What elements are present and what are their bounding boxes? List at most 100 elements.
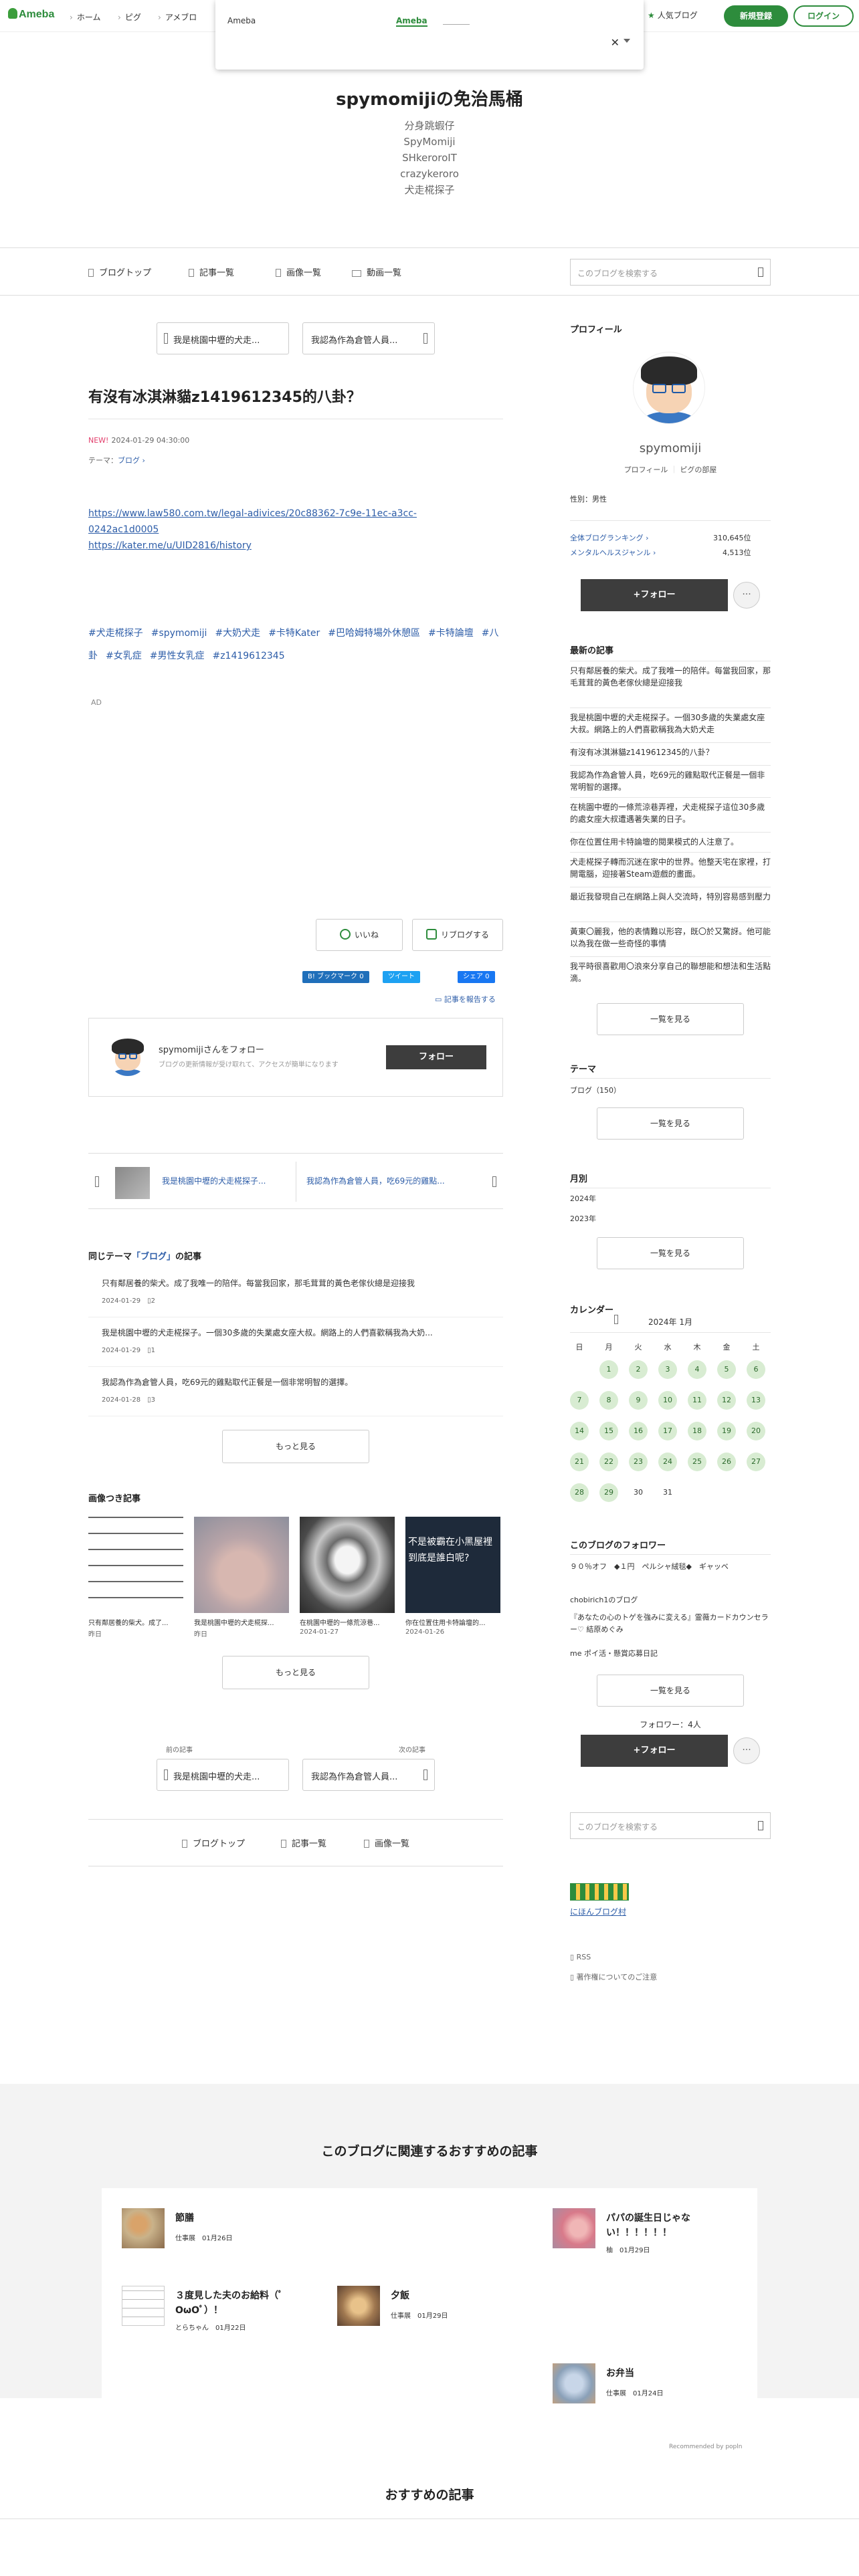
signup-button[interactable]: 新規登録: [724, 5, 788, 27]
recent-list-button[interactable]: 一覧を見る: [597, 1003, 744, 1035]
follower-item[interactable]: ９０％オフ ◆１円 ペルシャ絨毯◆ ギャッベ: [570, 1561, 771, 1573]
bottom-nav-blog-top[interactable]: ブログトップ: [182, 1836, 245, 1849]
recommend-item[interactable]: ３度見した夫のお給料（ﾟОωОﾟ）！ とらちゃん 01月22日: [122, 2286, 296, 2332]
ameba-logo[interactable]: Ameba: [8, 8, 54, 21]
same-theme-item[interactable]: 我是桃園中壢的犬走椛探子。一個30多歲的失業處女座大叔。網路上的人們喜歡稱我為大…: [88, 1317, 503, 1367]
sidebar-follow-button-bottom[interactable]: +フォロー: [581, 1735, 728, 1767]
recent-article-link[interactable]: 犬走椛探子轉而沉迷在家中的世界。他整天宅在家裡，打開電腦，迎接著Steam遊戲的…: [570, 856, 771, 880]
nav-pigg[interactable]: ピグ: [118, 11, 141, 23]
month-2024[interactable]: 2024年: [570, 1193, 596, 1204]
chevron-down-icon[interactable]: [624, 39, 630, 43]
theme-link[interactable]: ブログ: [118, 456, 140, 465]
recommended-by[interactable]: Recommended by popln: [669, 2444, 742, 2450]
monthly-list-button[interactable]: 一覧を見る: [597, 1237, 744, 1269]
bottom-nav-image-list[interactable]: 画像一覧: [364, 1836, 409, 1849]
prev-thumbnail[interactable]: [115, 1167, 150, 1199]
article-link-law580[interactable]: https://www.law580.com.tw/legal-adivices…: [88, 506, 417, 538]
calendar-day[interactable]: 26: [717, 1453, 736, 1471]
calendar-day[interactable]: 16: [629, 1422, 648, 1440]
rss-link[interactable]: ▯ RSS: [570, 1953, 591, 1961]
followers-list-button[interactable]: 一覧を見る: [597, 1675, 744, 1707]
calendar-day[interactable]: 8: [599, 1391, 618, 1410]
nav-ameblo[interactable]: アメブロ: [158, 11, 197, 23]
article-title[interactable]: 有沒有冰淇淋貓z1419612345的八卦？: [88, 385, 361, 407]
calendar-day[interactable]: 7: [570, 1391, 589, 1410]
profile-name[interactable]: spymomiji: [570, 441, 771, 455]
profile-avatar[interactable]: [633, 352, 705, 424]
theme-list-button[interactable]: 一覧を見る: [597, 1107, 744, 1140]
next-entry-link[interactable]: 我認為作為倉管人員，吃69元的雞點...: [306, 1175, 467, 1186]
popular-blog-link[interactable]: ★ 人気ブログ: [648, 9, 698, 21]
bottom-nav-entry-list[interactable]: 記事一覧: [281, 1836, 326, 1849]
chevron-right-icon[interactable]: [492, 1176, 496, 1187]
calendar-day[interactable]: 25: [688, 1453, 706, 1471]
nihon-blog-mura-banner[interactable]: [570, 1883, 629, 1901]
sidebar-follow-button[interactable]: +フォロー: [581, 579, 728, 611]
hashtag-link[interactable]: #巴哈姆特場外休憩區: [328, 628, 420, 639]
theme-item-blog[interactable]: ブログ（150）: [570, 1085, 621, 1095]
calendar-day[interactable]: 3: [658, 1360, 677, 1379]
calendar-day[interactable]: 15: [599, 1422, 618, 1440]
ranking-genre-link[interactable]: メンタルヘルスジャンル: [570, 548, 650, 557]
chevron-left-icon[interactable]: [95, 1176, 99, 1187]
tweet-button[interactable]: ツイート: [383, 971, 420, 983]
follower-item[interactable]: chobirich1のブログ: [570, 1594, 771, 1606]
prev-entry-top[interactable]: 我是桃園中壢的犬走...: [157, 322, 289, 354]
same-theme-more-button[interactable]: もっと見る: [222, 1430, 369, 1463]
recent-article-link[interactable]: 在桃園中壢的一條荒涼巷弄裡，犬走椛探子這位30多歲的處女座大叔遭遇著失業的日子。: [570, 801, 771, 825]
next-entry-bottom[interactable]: 我認為作為倉管人員...: [302, 1759, 435, 1791]
calendar-day[interactable]: 13: [747, 1391, 765, 1410]
image-articles-more-button[interactable]: もっと見る: [222, 1656, 369, 1689]
profile-link[interactable]: プロフィール: [624, 465, 668, 474]
sidebar-search-input[interactable]: このブログを検索する: [570, 1812, 771, 1839]
blog-search-input[interactable]: このブログを検索する: [570, 259, 771, 286]
more-options-button[interactable]: ···: [733, 582, 760, 609]
recommend-item[interactable]: 節膳 仕事展 01月26日: [122, 2208, 296, 2251]
report-link[interactable]: ▭ 記事を報告する: [435, 994, 496, 1004]
reblog-button[interactable]: リブログする: [412, 919, 503, 951]
image-article-card[interactable]: 不是被霸在小黑屋裡 到底是誰白呢? 你在位置住用卡特論壇的... 2024-01…: [405, 1517, 500, 1636]
search-icon[interactable]: [758, 267, 763, 277]
calendar-day[interactable]: 29: [599, 1483, 618, 1502]
calendar-day[interactable]: 4: [688, 1360, 706, 1379]
hashtag-link[interactable]: #大奶犬走: [215, 628, 260, 639]
nav-video-list[interactable]: 動画一覧: [352, 265, 401, 278]
image-article-card[interactable]: 只有鄰居養的柴犬。成了... 昨日: [88, 1517, 183, 1638]
calendar-day[interactable]: 27: [747, 1453, 765, 1471]
calendar-day[interactable]: 21: [570, 1453, 589, 1471]
hashtag-link[interactable]: #spymomiji: [151, 628, 207, 639]
next-entry-top[interactable]: 我認為作為倉管人員...: [302, 322, 435, 354]
prev-entry-bottom[interactable]: 我是桃園中壢的犬走...: [157, 1759, 289, 1791]
hatena-bookmark-button[interactable]: B! ブックマーク 0: [302, 971, 369, 983]
calendar-day[interactable]: 23: [629, 1453, 648, 1471]
same-theme-item[interactable]: 我認為作為倉管人員，吃69元的雞點取代正餐是一個非常明智的選擇。 2024-01-…: [88, 1367, 503, 1416]
image-article-card[interactable]: 我是桃園中壢的犬走椛探... 昨日: [194, 1517, 289, 1638]
calendar-day[interactable]: 14: [570, 1422, 589, 1440]
author-avatar[interactable]: [108, 1036, 148, 1076]
recent-article-link[interactable]: 我是桃園中壢的犬走椛探子。一個30多歲的失業處女座大叔。網路上的人們喜歡稱我為大…: [570, 712, 771, 736]
hashtag-link[interactable]: #犬走椛探子: [88, 628, 143, 639]
hashtag-link[interactable]: #卡特論壇: [428, 628, 474, 639]
calendar-day[interactable]: 22: [599, 1453, 618, 1471]
recent-article-link[interactable]: 我平時很喜歡用〇浪來分享自己的聯想能和想法和生活點滴。: [570, 960, 771, 984]
recent-article-link[interactable]: 最近我發現自己在網路上與人交流時，特別容易感到壓力: [570, 891, 771, 903]
popup-tab[interactable]: Ameba: [396, 16, 427, 27]
ranking-overall-link[interactable]: 全体ブログランキング: [570, 534, 644, 542]
calendar-day[interactable]: 5: [717, 1360, 736, 1379]
hashtag-link[interactable]: #男性女乳症: [150, 651, 205, 661]
nav-entry-list[interactable]: 記事一覧: [189, 265, 234, 278]
follower-item[interactable]: 『あなたの心のトゲを強みに変える』霊薇カードカウンセラー♡ 結原めぐみ: [570, 1612, 771, 1636]
calendar-day[interactable]: 24: [658, 1453, 677, 1471]
calendar-day[interactable]: 1: [599, 1360, 618, 1379]
blog-title[interactable]: spymomijiの免治馬桶: [0, 86, 859, 110]
article-link-kater[interactable]: https://kater.me/u/UID2816/history: [88, 538, 252, 554]
recommend-item[interactable]: パパの誕生日じゃない！！！！！！ 柚 01月29日: [553, 2208, 727, 2254]
recent-article-link[interactable]: 黃東〇麗我，他的表情難以形容，既〇於又驚訝。他可能以為我在做一些奇怪的事情: [570, 926, 771, 950]
facebook-share-button[interactable]: シェア 0: [458, 971, 495, 983]
calendar-day[interactable]: 12: [717, 1391, 736, 1410]
nav-blog-top[interactable]: ブログトップ: [88, 265, 151, 278]
follow-button[interactable]: フォロー: [386, 1045, 486, 1069]
recent-article-link[interactable]: 有沒有冰淇淋貓z1419612345的八卦？: [570, 746, 771, 758]
calendar-day[interactable]: 11: [688, 1391, 706, 1410]
calendar-day[interactable]: 2: [629, 1360, 648, 1379]
